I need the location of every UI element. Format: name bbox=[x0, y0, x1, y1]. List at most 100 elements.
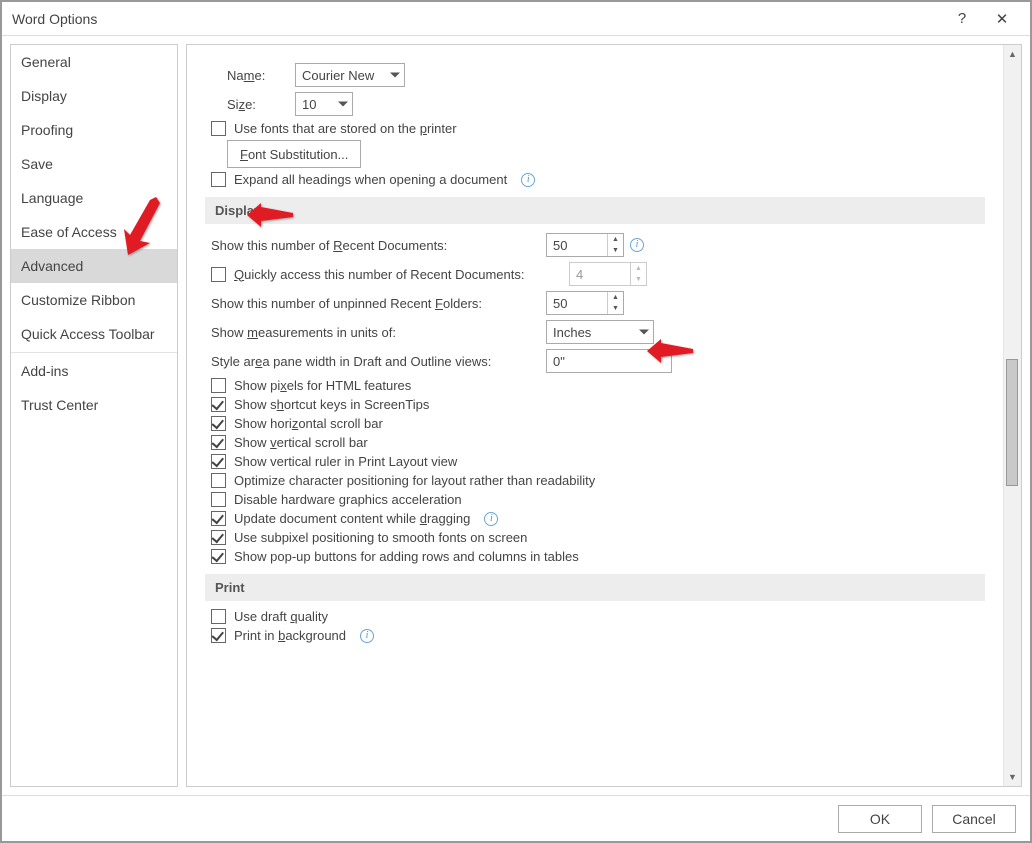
info-icon[interactable]: i bbox=[484, 512, 498, 526]
checkbox-label: Use subpixel positioning to smooth fonts… bbox=[234, 530, 527, 545]
ok-button[interactable]: OK bbox=[838, 805, 922, 833]
checkbox-use-printer-fonts[interactable]: Use fonts that are stored on the printer bbox=[211, 121, 985, 136]
sidebar-item-save[interactable]: Save bbox=[11, 147, 177, 181]
checkbox-icon bbox=[211, 416, 226, 431]
section-header-print: Print bbox=[205, 574, 985, 601]
scroll-thumb[interactable] bbox=[1006, 359, 1018, 486]
sidebar-item-trust-center[interactable]: Trust Center bbox=[11, 388, 177, 422]
chevron-down-icon bbox=[390, 73, 400, 78]
units-value: Inches bbox=[553, 325, 591, 340]
checkbox-optimize-char-positioning[interactable]: Optimize character positioning for layou… bbox=[211, 473, 985, 488]
section-header-display: Display bbox=[205, 197, 985, 224]
button-label: OK bbox=[870, 811, 890, 827]
checkbox-icon bbox=[211, 628, 226, 643]
button-label: Font Substitution... bbox=[240, 147, 348, 162]
checkbox-subpixel-positioning[interactable]: Use subpixel positioning to smooth fonts… bbox=[211, 530, 985, 545]
sidebar-item-language[interactable]: Language bbox=[11, 181, 177, 215]
font-name-combo[interactable]: Courier New bbox=[295, 63, 405, 87]
content-panel: Name: Courier New Size: 10 Use fonts tha… bbox=[186, 44, 1022, 787]
checkbox-label: Show shortcut keys in ScreenTips bbox=[234, 397, 429, 412]
checkbox-label: Optimize character positioning for layou… bbox=[234, 473, 595, 488]
sidebar-item-display[interactable]: Display bbox=[11, 79, 177, 113]
sidebar-item-quick-access-toolbar[interactable]: Quick Access Toolbar bbox=[11, 317, 177, 351]
chevron-down-icon bbox=[639, 330, 649, 335]
checkbox-label: Show pixels for HTML features bbox=[234, 378, 411, 393]
checkbox-icon bbox=[211, 267, 226, 282]
checkbox-icon bbox=[211, 609, 226, 624]
checkbox-shortcut-keys[interactable]: Show shortcut keys in ScreenTips bbox=[211, 397, 985, 412]
font-name-label: Name: bbox=[227, 68, 287, 83]
font-name-value: Courier New bbox=[302, 68, 374, 83]
checkbox-label: Print in background bbox=[234, 628, 346, 643]
sidebar: General Display Proofing Save Language E… bbox=[10, 44, 178, 787]
sidebar-item-advanced[interactable]: Advanced bbox=[11, 249, 177, 283]
sidebar-item-general[interactable]: General bbox=[11, 45, 177, 79]
style-area-input[interactable]: 0" bbox=[546, 349, 672, 373]
checkbox-icon bbox=[211, 492, 226, 507]
scroll-down-arrow[interactable]: ▼ bbox=[1004, 768, 1021, 786]
checkbox-quick-access-recent[interactable]: Quickly access this number of Recent Doc… bbox=[211, 262, 985, 286]
checkbox-popup-table-buttons[interactable]: Show pop-up buttons for adding rows and … bbox=[211, 549, 985, 564]
font-size-label: Size: bbox=[227, 97, 287, 112]
checkbox-update-while-dragging[interactable]: Update document content while dragging i bbox=[211, 511, 985, 526]
recent-folders-spinner[interactable]: 50 ▲▼ bbox=[546, 291, 624, 315]
checkbox-label: Disable hardware graphics acceleration bbox=[234, 492, 462, 507]
checkbox-icon bbox=[211, 530, 226, 545]
quick-access-spinner: 4 ▲▼ bbox=[569, 262, 647, 286]
checkbox-label: Show horizontal scroll bar bbox=[234, 416, 383, 431]
help-button[interactable]: ? bbox=[942, 4, 982, 34]
help-icon: ? bbox=[958, 10, 966, 27]
checkbox-label: Expand all headings when opening a docum… bbox=[234, 172, 507, 187]
checkbox-label: Show pop-up buttons for adding rows and … bbox=[234, 549, 579, 564]
checkbox-print-background[interactable]: Print in background i bbox=[211, 628, 985, 643]
info-icon[interactable]: i bbox=[630, 238, 644, 252]
checkbox-icon bbox=[211, 121, 226, 136]
checkbox-horizontal-scrollbar[interactable]: Show horizontal scroll bar bbox=[211, 416, 985, 431]
checkbox-icon bbox=[211, 172, 226, 187]
info-icon[interactable]: i bbox=[360, 629, 374, 643]
checkbox-label: Show vertical scroll bar bbox=[234, 435, 368, 450]
recent-docs-label: Show this number of Recent Documents: bbox=[211, 238, 546, 253]
checkbox-icon bbox=[211, 397, 226, 412]
checkbox-vertical-scrollbar[interactable]: Show vertical scroll bar bbox=[211, 435, 985, 450]
sidebar-item-addins[interactable]: Add-ins bbox=[11, 354, 177, 388]
scroll-track[interactable] bbox=[1004, 63, 1021, 768]
font-size-combo[interactable]: 10 bbox=[295, 92, 353, 116]
units-combo[interactable]: Inches bbox=[546, 320, 654, 344]
quick-access-value: 4 bbox=[576, 267, 583, 282]
info-icon[interactable]: i bbox=[521, 173, 535, 187]
sidebar-item-ease-of-access[interactable]: Ease of Access bbox=[11, 215, 177, 249]
checkbox-label: Use fonts that are stored on the printer bbox=[234, 121, 457, 136]
style-area-value: 0" bbox=[553, 354, 565, 369]
window-title: Word Options bbox=[12, 11, 942, 27]
chevron-down-icon bbox=[338, 102, 348, 107]
cancel-button[interactable]: Cancel bbox=[932, 805, 1016, 833]
sidebar-item-customize-ribbon[interactable]: Customize Ribbon bbox=[11, 283, 177, 317]
checkbox-disable-hw-graphics[interactable]: Disable hardware graphics acceleration bbox=[211, 492, 985, 507]
close-button[interactable]: ✕ bbox=[982, 4, 1022, 34]
checkbox-icon bbox=[211, 473, 226, 488]
checkbox-icon bbox=[211, 549, 226, 564]
checkbox-vertical-ruler[interactable]: Show vertical ruler in Print Layout view bbox=[211, 454, 985, 469]
spinner-arrows[interactable]: ▲▼ bbox=[607, 234, 623, 256]
checkbox-pixels-html[interactable]: Show pixels for HTML features bbox=[211, 378, 985, 393]
close-icon: ✕ bbox=[996, 10, 1009, 28]
recent-docs-spinner[interactable]: 50 ▲▼ bbox=[546, 233, 624, 257]
vertical-scrollbar[interactable]: ▲ ▼ bbox=[1003, 45, 1021, 786]
font-substitution-button[interactable]: Font Substitution... bbox=[227, 140, 361, 168]
checkbox-draft-quality[interactable]: Use draft quality bbox=[211, 609, 985, 624]
checkbox-label: Update document content while dragging bbox=[234, 511, 470, 526]
checkbox-label: Use draft quality bbox=[234, 609, 328, 624]
dialog-footer: OK Cancel bbox=[2, 795, 1030, 841]
checkbox-icon bbox=[211, 435, 226, 450]
scroll-up-arrow[interactable]: ▲ bbox=[1004, 45, 1021, 63]
recent-docs-value: 50 bbox=[553, 238, 567, 253]
checkbox-expand-headings[interactable]: Expand all headings when opening a docum… bbox=[211, 172, 985, 187]
units-label: Show measurements in units of: bbox=[211, 325, 546, 340]
recent-folders-label: Show this number of unpinned Recent Fold… bbox=[211, 296, 546, 311]
sidebar-separator bbox=[11, 352, 177, 353]
sidebar-item-proofing[interactable]: Proofing bbox=[11, 113, 177, 147]
button-label: Cancel bbox=[952, 811, 996, 827]
title-bar: Word Options ? ✕ bbox=[2, 2, 1030, 36]
spinner-arrows[interactable]: ▲▼ bbox=[607, 292, 623, 314]
